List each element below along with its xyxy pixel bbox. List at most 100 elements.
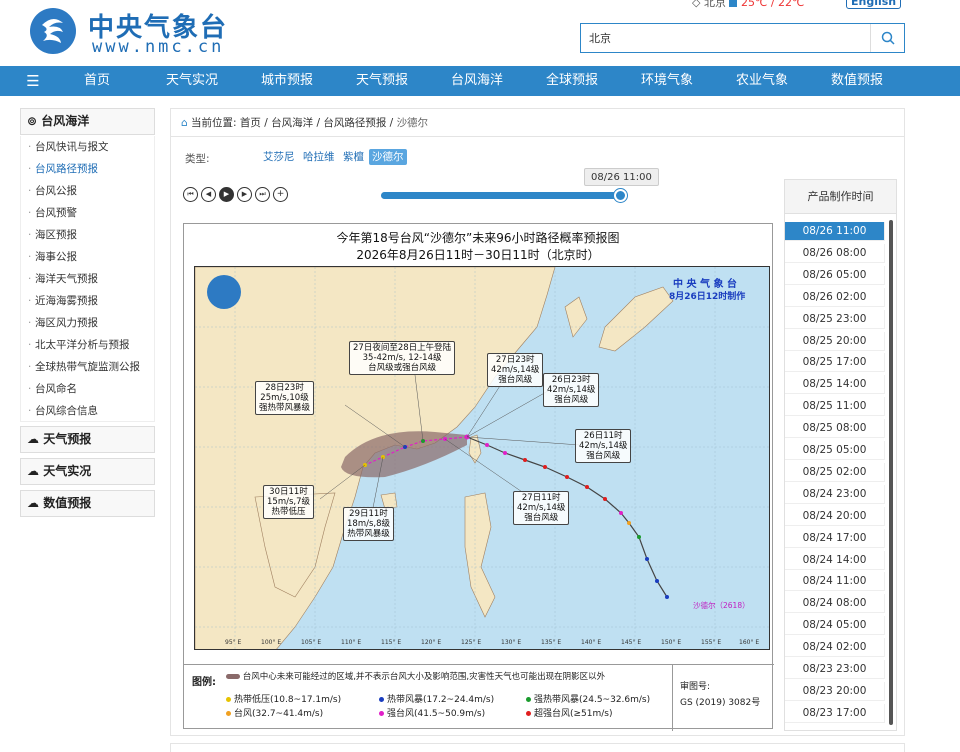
lon-label: 115° E [381, 639, 402, 646]
product-time-item-selected[interactable]: 08/26 11:00 [785, 222, 885, 241]
english-link[interactable]: English [846, 0, 902, 9]
type-option[interactable]: 哈拉维 [303, 149, 335, 165]
lon-axis: 95° E 100° E 105° E 110° E 115° E 120° E… [195, 639, 769, 649]
sidebar-item[interactable]: 海区预报 [20, 224, 155, 246]
play-icon[interactable]: ▶ [219, 187, 234, 202]
first-frame-icon[interactable]: ⏮ [183, 187, 198, 202]
nmc-logo-icon[interactable] [30, 8, 76, 54]
sidebar-item[interactable]: 台风预警 [20, 202, 155, 224]
nav-environment[interactable]: 环境气象 [633, 66, 701, 96]
lon-label: 125° E [461, 639, 482, 646]
next-icon[interactable]: ▶ [237, 187, 252, 202]
track-map[interactable]: 中 央 气 象 台 8月26日12时制作 沙德尔（2618） 27日夜间至28日… [194, 266, 770, 650]
sidebar-item[interactable]: 台风快讯与报文 [20, 136, 155, 158]
lon-label: 105° E [301, 639, 322, 646]
sidebar-item[interactable]: 北太平洋分析与预报 [20, 334, 155, 356]
product-time-item[interactable]: 08/25 17:00 [785, 353, 885, 373]
search-input[interactable] [581, 24, 871, 52]
sidebar-item[interactable]: 海区风力预报 [20, 312, 155, 334]
sidebar-item[interactable]: 海洋天气预报 [20, 268, 155, 290]
product-time-item[interactable]: 08/24 17:00 [785, 528, 885, 548]
nav-home[interactable]: 首页 [72, 66, 122, 96]
main-nav: ☰ 首页 天气实况 城市预报 天气预报 台风海洋 全球预报 环境气象 农业气象 … [0, 66, 960, 96]
nav-city-forecast[interactable]: 城市预报 [253, 66, 321, 96]
sidebar-item[interactable]: 全球热带气旋监测公报 [20, 356, 155, 378]
product-time-item[interactable]: 08/25 20:00 [785, 331, 885, 351]
product-time-item[interactable]: 08/25 08:00 [785, 419, 885, 439]
track-annotation: 27日23时 42m/s,14级 强台风级 [487, 353, 544, 387]
nav-global-forecast[interactable]: 全球预报 [538, 66, 606, 96]
sidebar-section-numerical[interactable]: ☁ 数值预报 [20, 490, 155, 517]
breadcrumb-prefix: 当前位置: [191, 117, 237, 129]
product-time-item[interactable]: 08/24 08:00 [785, 594, 885, 614]
type-option-selected[interactable]: 沙德尔 [369, 149, 407, 165]
breadcrumb-current: 沙德尔 [396, 117, 429, 129]
nav-weather-forecast[interactable]: 天气预报 [348, 66, 416, 96]
product-time-item[interactable]: 08/25 14:00 [785, 375, 885, 395]
nav-weather-observations[interactable]: 天气实况 [158, 66, 226, 96]
sidebar-item[interactable]: 海事公报 [20, 246, 155, 268]
time-slider-handle[interactable] [614, 189, 627, 202]
product-time-item[interactable]: 08/25 02:00 [785, 462, 885, 482]
menu-icon[interactable]: ☰ [18, 66, 48, 96]
product-time-panel: 产品制作时间 08/26 11:00 08/26 08:00 08/26 05:00… [784, 179, 897, 731]
track-annotation: 26日23时 42m/s,14级 强台风级 [543, 373, 600, 407]
legend-item: 强热带风暴(24.5~32.6m/s) [526, 692, 650, 705]
sidebar-item[interactable]: 台风命名 [20, 378, 155, 400]
review-label: 审图号: [680, 682, 711, 692]
product-time-item[interactable]: 08/26 02:00 [785, 287, 885, 307]
nav-agriculture[interactable]: 农业气象 [728, 66, 796, 96]
type-option[interactable]: 紫檀 [343, 149, 364, 165]
product-time-item[interactable]: 08/24 20:00 [785, 506, 885, 526]
nav-typhoon-marine[interactable]: 台风海洋 [443, 66, 511, 96]
product-time-item[interactable]: 08/24 05:00 [785, 616, 885, 636]
product-time-item[interactable]: 08/26 08:00 [785, 243, 885, 263]
zoom-in-icon[interactable]: + [273, 187, 288, 202]
product-time-item[interactable]: 08/24 11:00 [785, 572, 885, 592]
sidebar-item[interactable]: 近海海雾预报 [20, 290, 155, 312]
breadcrumb-track-forecast[interactable]: 台风路径预报 [323, 117, 386, 129]
breadcrumb-typhoon-marine[interactable]: 台风海洋 [271, 117, 313, 129]
bottom-panel [170, 743, 905, 752]
product-time-item[interactable]: 08/23 23:00 [785, 660, 885, 679]
nav-numerical[interactable]: 数值预报 [823, 66, 891, 96]
home-icon: ⌂ [181, 117, 188, 129]
figure-legend: 图例: 台风中心未来可能经过的区域,并不表示台风大小及影响范围,灾害性天气也可能… [184, 664, 774, 731]
track-annotation: 28日23时 25m/s,10级 强热带风暴级 [255, 381, 315, 415]
sidebar-item[interactable]: 台风公报 [20, 180, 155, 202]
last-frame-icon[interactable]: ⏭ [255, 187, 270, 202]
weather-icon [729, 0, 738, 7]
search-icon[interactable] [870, 24, 904, 52]
product-time-item[interactable]: 08/24 02:00 [785, 638, 885, 658]
breadcrumb: ⌂ 当前位置: 首页 / 台风海洋 / 台风路径预报 / 沙德尔 [171, 109, 904, 137]
track-annotation: 26日11时 42m/s,14级 强台风级 [575, 429, 632, 463]
product-panel-title: 产品制作时间 [785, 180, 896, 214]
sidebar-section-observations[interactable]: ☁ 天气实况 [20, 458, 155, 485]
figure-subtitle: 2026年8月26日11时－30日11时（北京时） [356, 248, 600, 262]
sidebar-section-typhoon[interactable]: ⊚ 台风海洋 [20, 108, 155, 135]
product-time-item[interactable]: 08/24 14:00 [785, 550, 885, 570]
product-time-item[interactable]: 08/25 11:00 [785, 397, 885, 417]
sidebar-section-title: 天气实况 [43, 464, 92, 478]
product-time-item[interactable]: 08/25 23:00 [785, 309, 885, 329]
observation-icon: ☁ [27, 464, 39, 478]
sidebar-item[interactable]: 台风综合信息 [20, 400, 155, 422]
track-annotation: 29日11时 18m/s,8级 热带风暴级 [343, 507, 394, 541]
previous-icon[interactable]: ◀ [201, 187, 216, 202]
weather-city[interactable]: 北京 [704, 0, 726, 9]
lon-label: 95° E [225, 639, 242, 646]
figure-stamp-org: 中 央 气 象 台 [673, 279, 737, 290]
product-time-item[interactable]: 08/26 05:00 [785, 265, 885, 285]
type-option[interactable]: 艾莎尼 [263, 149, 295, 165]
time-slider[interactable] [381, 189, 627, 202]
breadcrumb-home[interactable]: 首页 [240, 117, 261, 129]
sidebar-item-active[interactable]: 台风路径预报 [20, 158, 155, 180]
product-time-item[interactable]: 08/23 17:00 [785, 703, 885, 723]
product-list-scrollbar[interactable] [889, 220, 893, 725]
sidebar-section-forecast[interactable]: ☁ 天气预报 [20, 426, 155, 453]
product-time-item[interactable]: 08/25 05:00 [785, 441, 885, 460]
product-time-item[interactable]: 08/24 23:00 [785, 484, 885, 504]
legend-item: 强台风(41.5~50.9m/s) [379, 706, 485, 719]
legend-title: 图例: [192, 677, 216, 688]
product-time-item[interactable]: 08/23 20:00 [785, 681, 885, 701]
